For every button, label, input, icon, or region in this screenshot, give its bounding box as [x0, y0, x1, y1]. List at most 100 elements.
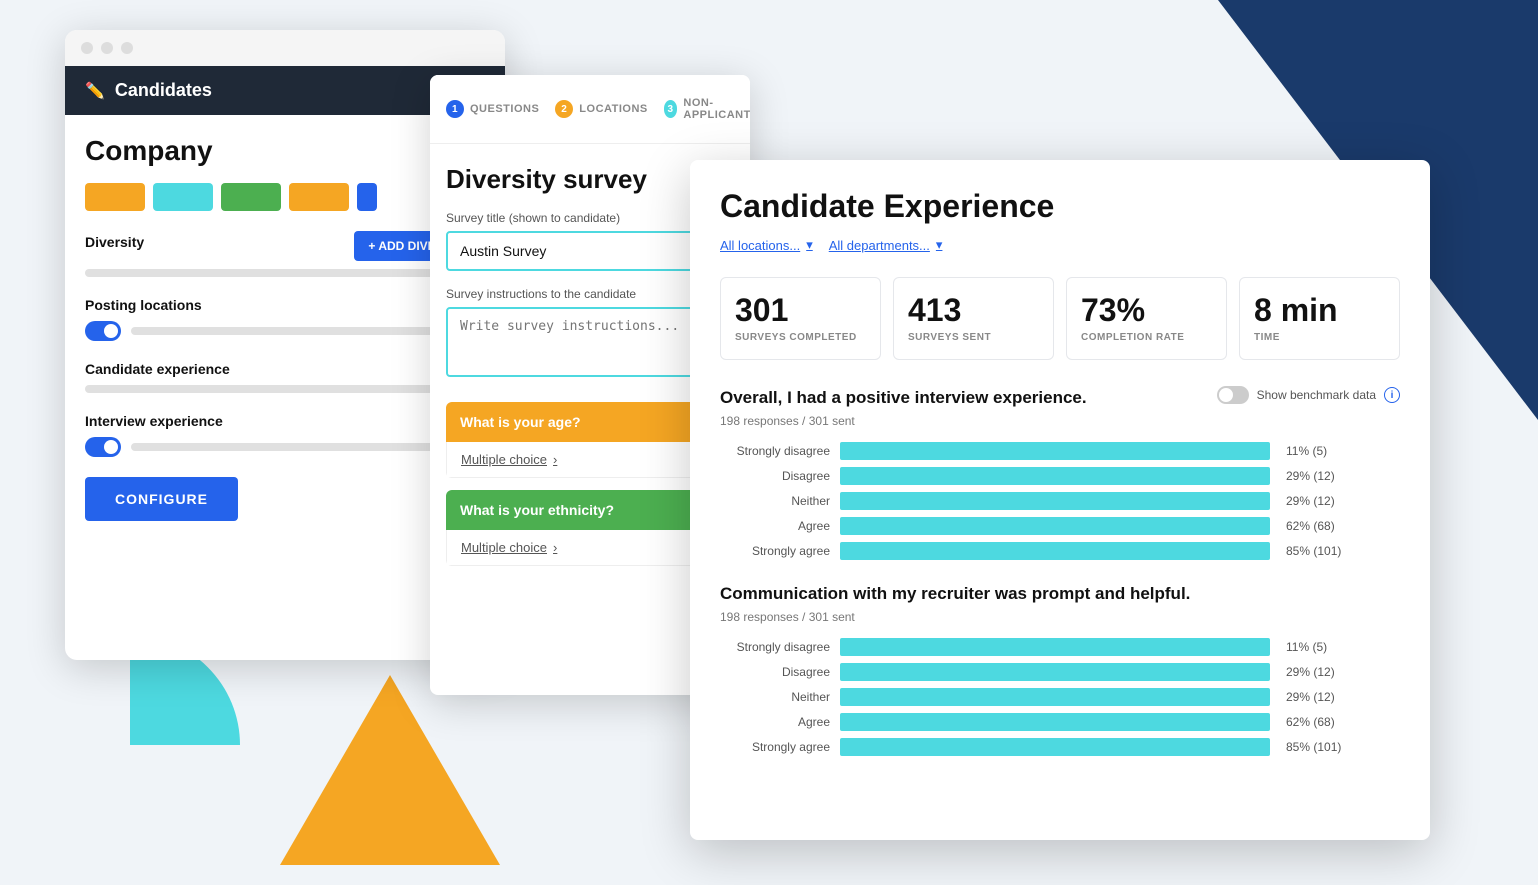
tab-cyan[interactable]: [153, 183, 213, 211]
info-icon: i: [1384, 387, 1400, 403]
bar-row: Agree 62% (68): [720, 517, 1400, 535]
bar-label: Neither: [720, 690, 830, 704]
experience-body: Candidate Experience All locations... ▾ …: [690, 160, 1430, 840]
tab-orange2[interactable]: [289, 183, 349, 211]
posting-locations-section: Posting locations: [85, 297, 485, 341]
bar-value-text: 11% (5): [1286, 444, 1327, 458]
nav-step-2[interactable]: 2 LOCATIONS: [555, 100, 647, 118]
bg-orange-shape: [280, 675, 500, 865]
bar-row: Strongly disagree 11% (5): [720, 442, 1400, 460]
tab-orange[interactable]: [85, 183, 145, 211]
bar-value-text: 85% (101): [1286, 740, 1341, 754]
nav-step-1[interactable]: 1 QUESTIONS: [446, 100, 539, 118]
candidate-experience-section: Candidate experience: [85, 361, 485, 393]
benchmark-row: Show benchmark data i: [1217, 386, 1400, 404]
bar-row: Strongly agree 85% (101): [720, 738, 1400, 756]
step1-badge: 1: [446, 100, 464, 118]
bar-fill: [840, 738, 1270, 756]
interview-experience-label: Interview experience: [85, 413, 485, 429]
minimize-dot: [101, 42, 113, 54]
benchmark-label: Show benchmark data: [1257, 388, 1376, 402]
q1-responses: 198 responses / 301 sent: [720, 414, 1400, 428]
bar-value-text: 29% (12): [1286, 494, 1335, 508]
bar-label: Strongly agree: [720, 544, 830, 558]
bar-fill: [840, 688, 1270, 706]
stat-surveys-sent: 413 SURVEYS SENT: [893, 277, 1054, 360]
bar-fill: [840, 517, 1270, 535]
bar-row: Disagree 29% (12): [720, 663, 1400, 681]
diversity-section: Diversity + ADD DIVERSITY: [85, 231, 485, 277]
bar-fill: [840, 663, 1270, 681]
stat-label-4: TIME: [1254, 332, 1385, 343]
maximize-dot: [121, 42, 133, 54]
candidate-experience-label: Candidate experience: [85, 361, 485, 377]
diversity-label: Diversity: [85, 234, 144, 250]
stat-value-4: 8 min: [1254, 294, 1385, 326]
bar-value-text: 85% (101): [1286, 544, 1341, 558]
company-heading: Company: [85, 135, 485, 167]
q1-text: Overall, I had a positive interview expe…: [720, 388, 1087, 408]
interview-experience-toggle-row: [85, 437, 485, 457]
bar-row: Strongly agree 85% (101): [720, 542, 1400, 560]
stat-surveys-completed: 301 SURVEYS COMPLETED: [720, 277, 881, 360]
interview-experience-section: Interview experience: [85, 413, 485, 457]
bar-value-text: 29% (12): [1286, 690, 1335, 704]
bar-fill: [840, 492, 1270, 510]
pencil-icon: ✏️: [85, 81, 105, 101]
stat-label-1: SURVEYS COMPLETED: [735, 332, 866, 343]
candidates-title: Candidates: [115, 80, 212, 101]
configure-button[interactable]: CONFIGURE: [85, 477, 238, 521]
stat-label-2: SURVEYS SENT: [908, 332, 1039, 343]
tab-active[interactable]: [357, 183, 377, 211]
chevron-down-icon: ▾: [806, 237, 813, 253]
bar-value-text: 29% (12): [1286, 469, 1335, 483]
titlebar: [65, 30, 505, 66]
filter-locations-button[interactable]: All locations... ▾: [720, 237, 813, 253]
candidate-experience-bar: [85, 385, 485, 393]
bg-teal-shape: [20, 635, 240, 855]
tab-green[interactable]: [221, 183, 281, 211]
bar-label: Strongly agree: [720, 740, 830, 754]
close-dot: [81, 42, 93, 54]
bar-row: Disagree 29% (12): [720, 467, 1400, 485]
bar-value-text: 62% (68): [1286, 519, 1335, 533]
bar-fill: [840, 542, 1270, 560]
experience-question-1: Overall, I had a positive interview expe…: [720, 388, 1400, 560]
filter-row: All locations... ▾ All departments... ▾: [720, 237, 1400, 253]
bar-fill: [840, 638, 1270, 656]
bar-row: Strongly disagree11% (5): [720, 638, 1400, 656]
bar-label: Strongly disagree: [720, 640, 830, 654]
stat-value-1: 301: [735, 294, 866, 326]
stat-completion-rate: 73% COMPLETION RATE: [1066, 277, 1227, 360]
q1-bar-chart: Strongly disagree 11% (5) Disagree 29% (12)…: [720, 442, 1400, 560]
bar-label: Agree: [720, 715, 830, 729]
bar-label: Disagree: [720, 469, 830, 483]
step2-badge: 2: [555, 100, 573, 118]
posting-locations-toggle-row: [85, 321, 485, 341]
filter-departments-button[interactable]: All departments... ▾: [829, 237, 943, 253]
step3-label: NON-APPLICANTS: [683, 97, 750, 121]
diversity-bar: [85, 269, 485, 277]
step2-label: LOCATIONS: [579, 103, 647, 115]
posting-locations-toggle[interactable]: [85, 321, 121, 341]
step3-badge: 3: [664, 100, 678, 118]
experience-title: Candidate Experience: [720, 188, 1400, 225]
interview-experience-toggle[interactable]: [85, 437, 121, 457]
stat-value-2: 413: [908, 294, 1039, 326]
bar-fill: [840, 467, 1270, 485]
bar-value-text: 29% (12): [1286, 665, 1335, 679]
nav-step-3[interactable]: 3 NON-APPLICANTS: [664, 97, 750, 121]
bar-label: Strongly disagree: [720, 444, 830, 458]
benchmark-toggle[interactable]: [1217, 386, 1249, 404]
bar-label: Agree: [720, 519, 830, 533]
experience-question-2: Communication with my recruiter was prom…: [720, 584, 1400, 756]
stat-label-3: COMPLETION RATE: [1081, 332, 1212, 343]
stats-row: 301 SURVEYS COMPLETED 413 SURVEYS SENT 7…: [720, 277, 1400, 360]
bar-label: Neither: [720, 494, 830, 508]
bar-label: Disagree: [720, 665, 830, 679]
q2-text: Communication with my recruiter was prom…: [720, 584, 1400, 604]
step1-label: QUESTIONS: [470, 103, 539, 115]
bar-value-text: 62% (68): [1286, 715, 1335, 729]
stat-time: 8 min TIME: [1239, 277, 1400, 360]
bar-fill: [840, 442, 1270, 460]
